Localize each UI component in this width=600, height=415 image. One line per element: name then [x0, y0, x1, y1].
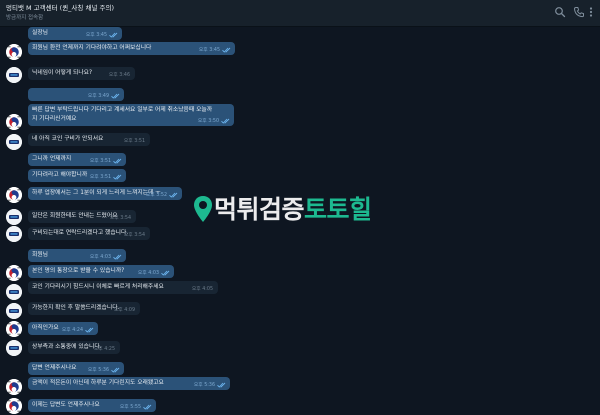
double-check-icon [111, 367, 120, 373]
avatar-flag-icon[interactable] [6, 44, 22, 60]
double-check-icon [161, 270, 170, 276]
message-time: 오후 4:03 [137, 271, 159, 276]
message-bubble[interactable]: 구비되는대로 연락드리겠다고 했습니다. 오후 3:54 [28, 227, 150, 240]
message-bubble[interactable]: 아직인가요 오후 4:24 [28, 322, 98, 335]
last-seen-status: 방금까지 접속함 [6, 15, 44, 21]
message-text: 이제는 답변도 언제주시나요 [32, 402, 100, 408]
double-check-icon [143, 404, 152, 410]
message-bubble[interactable]: 답변 언제주시나요오후 5:36 [28, 362, 124, 375]
message-text: 가능한지 확인 후 말씀드리겠습니다. [32, 305, 120, 311]
double-check-icon [113, 254, 122, 260]
message-time: 오후 5:55 [119, 405, 141, 410]
message-text: 하루 업장에서는 그 1분이 되게 느리게 느껴지는데 ㅜ [32, 190, 161, 196]
message-time: 오후 3:49 [87, 94, 109, 99]
message-bubble[interactable]: 닉네임이 어떻게 되나요? 오후 3:46 [28, 67, 135, 80]
double-check-icon [169, 192, 178, 198]
message-time: 오후 3:51 [123, 139, 145, 144]
message-time: 오후 5:36 [193, 383, 215, 388]
message-text: 구비되는대로 연락드리겠다고 했습니다. [32, 230, 129, 236]
message-text: 아직인가요 [32, 325, 59, 331]
avatar-logo-icon[interactable] [6, 303, 22, 319]
message-text: 답변 언제주시나요 [32, 365, 77, 371]
message-bubble[interactable]: 네 아직 코인 구비가 안되서요오후 3:51 [28, 133, 150, 146]
message-text: 그니까 언제까지 [32, 156, 72, 162]
chat-header: 멍티뱃 M 고객센터 (퀸_사칭 채널 주의) 방금까지 접속함 [0, 0, 600, 27]
avatar-flag-icon[interactable] [6, 398, 22, 414]
avatar-flag-icon[interactable] [6, 321, 22, 337]
watermark-text: 먹튀검증토토힐 [214, 190, 372, 230]
message-time: 오후 5:36 [87, 368, 109, 373]
message-time: 오후 3:54 [109, 216, 131, 221]
message-text: 기다려라고 해야합니까 [32, 172, 88, 178]
message-time: 오후 3:51 [89, 175, 111, 180]
message-time: 오후 3:45 [198, 48, 220, 53]
double-check-icon [85, 327, 94, 333]
message-bubble[interactable]: 본인 명의 통장으로 받을 수 있습니까? 오후 4:03 [28, 265, 174, 278]
more-icon[interactable] [587, 6, 595, 18]
location-pin-icon [194, 196, 212, 222]
channel-title: 멍티뱃 M 고객센터 (퀸_사칭 채널 주의) [6, 4, 114, 12]
message-text: 금액이 적은돈이 아닌데 하루분 기다린지도 오래됐고요 [32, 380, 164, 386]
avatar-logo-icon[interactable] [6, 134, 22, 150]
message-text: 닉네임이 어떻게 되나요? [32, 70, 93, 76]
message-bubble[interactable]: 상부측과 소통중에 있습니다. 오후 4:25 [28, 341, 120, 354]
avatar-logo-icon[interactable] [6, 209, 22, 225]
avatar-flag-icon[interactable] [6, 379, 22, 395]
double-check-icon [222, 47, 231, 53]
message-bubble[interactable]: 빠른 답변 부탁드립니다 기다리고 계세서요 일부로 어제 취소났음때 오늘까지… [28, 104, 234, 126]
avatar-logo-icon[interactable] [6, 67, 22, 83]
phone-icon[interactable] [573, 6, 585, 18]
message-time: 오후 3:54 [123, 233, 145, 238]
message-text: 빠른 답변 부탁드립니다 기다리고 계세서요 일부로 어제 취소났음때 오늘까지… [32, 107, 213, 122]
avatar-flag-icon[interactable] [6, 187, 22, 203]
avatar-flag-icon[interactable] [6, 265, 22, 281]
double-check-icon [109, 32, 118, 38]
message-text: 실장님 [32, 30, 48, 36]
message-time: 오후 3:52 [145, 193, 167, 198]
message-text: 회원님 환전 언제까지 기다려야하고 어쩌보십니다 [32, 45, 152, 51]
watermark-part2: 토토힐 [304, 195, 372, 224]
message-time: 오후 4:25 [93, 347, 115, 352]
message-bubble[interactable]: 하루 업장에서는 그 1분이 되게 느리게 느껴지는데 ㅜ 오후 3:52 [28, 187, 182, 200]
message-time: 오후 3:45 [85, 33, 107, 38]
message-text: 회원님 [32, 252, 48, 258]
avatar-flag-icon[interactable] [6, 114, 22, 130]
message-bubble[interactable]: 회원님 환전 언제까지 기다려야하고 어쩌보십니다오후 3:45 [28, 42, 235, 55]
message-bubble[interactable]: 기다려라고 해야합니까 오후 3:51 [28, 169, 126, 182]
avatar-logo-icon[interactable] [6, 284, 22, 300]
message-time: 오후 4:03 [89, 255, 111, 260]
double-check-icon [111, 93, 120, 99]
avatar-logo-icon[interactable] [6, 340, 22, 356]
double-check-icon [221, 118, 230, 124]
avatar-logo-icon[interactable] [6, 226, 22, 242]
message-time: 오후 4:05 [191, 287, 213, 292]
message-text: 네 아직 코인 구비가 안되서요 [32, 136, 104, 142]
message-time: 오후 3:50 [197, 119, 219, 124]
message-bubble[interactable]: 금액이 적은돈이 아닌데 하루분 기다린지도 오래됐고요오후 5:36 [28, 377, 230, 390]
message-bubble[interactable]: 가능한지 확인 후 말씀드리겠습니다. 오후 4:09 [28, 302, 140, 315]
message-bubble[interactable]: 코인 기다리시기 힘드시니 이체로 빠르게 처리해주세요오후 4:05 [28, 281, 218, 294]
message-text: 일단은 회원한테도 안내는 드렸어요 [32, 213, 118, 219]
double-check-icon [217, 382, 226, 388]
message-text: 코인 기다리시기 힘드시니 이체로 빠르게 처리해주세요 [32, 284, 164, 290]
message-bubble[interactable]: 실장님오후 3:45 [28, 27, 122, 40]
message-bubble[interactable]: 그니까 언제까지오후 3:51 [28, 153, 126, 166]
message-time: 오후 3:46 [108, 73, 130, 78]
watermark: 먹튀검증토토힐 [193, 190, 411, 230]
message-time: 오후 4:09 [113, 308, 135, 313]
message-bubble[interactable]: 이제는 답변도 언제주시나요오후 5:55 [28, 399, 156, 412]
double-check-icon [113, 174, 122, 180]
message-bubble[interactable]: 일단은 회원한테도 안내는 드렸어요 오후 3:54 [28, 210, 136, 223]
double-check-icon [113, 158, 122, 164]
message-time: 오후 3:51 [89, 159, 111, 164]
message-bubble[interactable]: 오후 3:49 [28, 88, 124, 101]
message-time: 오후 4:24 [61, 328, 83, 333]
watermark-part1: 먹튀검증 [214, 195, 305, 224]
search-icon[interactable] [554, 6, 566, 18]
message-text: 본인 명의 통장으로 받을 수 있습니까? [32, 268, 125, 274]
message-text: 상부측과 소통중에 있습니다. [32, 344, 102, 350]
message-bubble[interactable]: 회원님오후 4:03 [28, 249, 126, 262]
